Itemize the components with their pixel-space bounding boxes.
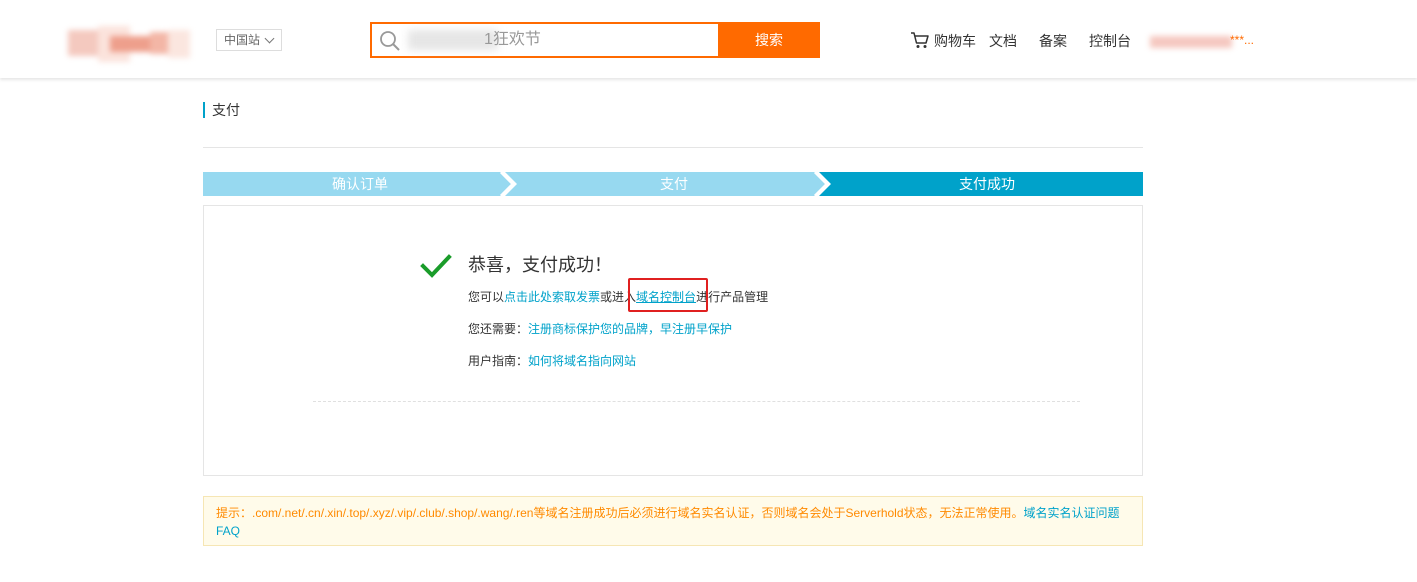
line2-prefix: 您还需要： — [468, 322, 529, 336]
search-placeholder: 1狂欢节 — [484, 31, 541, 48]
line1-prefix: 您可以 — [468, 290, 505, 304]
result-panel — [203, 205, 1143, 476]
user-account-redacted[interactable] — [1150, 36, 1232, 48]
search-button[interactable]: 搜索 — [718, 22, 820, 58]
divider — [203, 147, 1143, 148]
step-confirm-order: 确认订单 — [332, 176, 388, 192]
dashed-divider — [313, 401, 1080, 402]
success-title: 恭喜，支付成功！ — [468, 255, 612, 275]
site-switch-dropdown[interactable]: 中国站 — [216, 29, 282, 51]
request-invoice-link[interactable]: 点击此处索取发票 — [504, 290, 600, 304]
step-payment-success: 支付成功 — [959, 176, 1015, 192]
nav-beian[interactable]: 备案 — [1039, 32, 1067, 50]
checkmark-icon — [420, 254, 452, 278]
nav-cart[interactable]: 购物车 — [934, 32, 976, 50]
user-name[interactable]: ***... — [1230, 33, 1254, 47]
success-line-guide: 用户指南：如何将域名指向网站 — [468, 353, 636, 369]
success-line-invoice: 您可以点击此处索取发票或进入域名控制台进行产品管理 — [468, 289, 768, 305]
notice-box: 提示：.com/.net/.cn/.xin/.top/.xyz/.vip/.cl… — [203, 496, 1143, 546]
nav-docs[interactable]: 文档 — [989, 32, 1017, 50]
chevron-down-icon — [264, 33, 275, 44]
notice-text: 提示：.com/.net/.cn/.xin/.top/.xyz/.vip/.cl… — [216, 506, 1024, 520]
top-header: 中国站 1狂欢节 搜索 购物车 文档 备案 控制台 ***... — [0, 0, 1417, 78]
search-icon — [380, 31, 400, 51]
highlight-box — [628, 278, 708, 312]
line3-prefix: 用户指南： — [468, 354, 529, 368]
cart-icon[interactable] — [910, 31, 930, 49]
progress-steps: 确认订单 支付 支付成功 — [203, 172, 1143, 196]
success-line-trademark: 您还需要：注册商标保护您的品牌，早注册早保护 — [468, 321, 732, 337]
step-payment: 支付 — [660, 176, 688, 192]
page-title: 支付 — [212, 102, 240, 118]
logo[interactable] — [68, 26, 190, 62]
trademark-link[interactable]: 注册商标保护您的品牌，早注册早保护 — [528, 322, 732, 336]
nav-console[interactable]: 控制台 — [1089, 32, 1131, 50]
domain-guide-link[interactable]: 如何将域名指向网站 — [528, 354, 636, 368]
site-switch-label: 中国站 — [224, 33, 261, 47]
breadcrumb-marker — [203, 102, 205, 118]
